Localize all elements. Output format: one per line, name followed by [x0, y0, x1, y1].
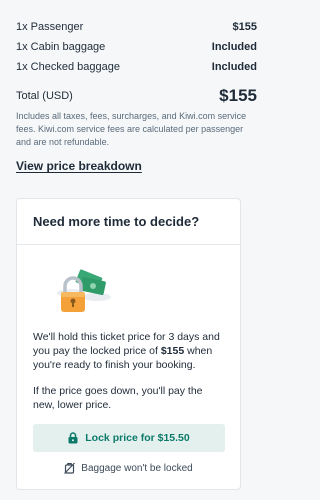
- crossed-bag-icon: [64, 462, 76, 474]
- padlock-with-cash-illustration: [57, 269, 111, 312]
- row-value: Included: [211, 41, 257, 53]
- price-summary: 1x Passenger $155 1x Cabin baggage Inclu…: [0, 0, 273, 175]
- row-label: 1x Passenger: [16, 21, 84, 33]
- row-label: 1x Checked baggage: [16, 61, 120, 73]
- summary-row-passenger: 1x Passenger $155: [16, 20, 257, 34]
- price-drop-note: If the price goes down, you'll pay the n…: [33, 385, 203, 411]
- summary-row-checked-baggage: 1x Checked baggage Included: [16, 60, 257, 74]
- card-body: We'll hold this ticket price for 3 days …: [17, 245, 240, 474]
- padlock-icon: [68, 432, 78, 444]
- row-label: 1x Cabin baggage: [16, 41, 106, 53]
- lock-price-button-label: Lock price for $15.50: [85, 432, 190, 444]
- fees-fine-print: Includes all taxes, fees, surcharges, an…: [16, 111, 247, 147]
- row-value: Included: [211, 61, 257, 73]
- total-price: $155: [219, 86, 257, 105]
- baggage-note-text: Baggage won't be locked: [81, 462, 193, 474]
- price-lock-card: Need more time to decide? We'll hold thi…: [16, 198, 241, 490]
- total-row: Total (USD) $155: [16, 86, 257, 106]
- row-value: $155: [232, 21, 257, 33]
- summary-row-cabin-baggage: 1x Cabin baggage Included: [16, 40, 257, 54]
- total-label: Total (USD): [16, 90, 73, 102]
- card-title: Need more time to decide?: [17, 199, 240, 245]
- lock-price-button[interactable]: Lock price for $15.50: [33, 424, 225, 452]
- baggage-not-locked-note: Baggage won't be locked: [33, 462, 224, 474]
- price-hold-description: We'll hold this ticket price for 3 days …: [33, 330, 224, 372]
- view-price-breakdown-link[interactable]: View price breakdown: [16, 159, 142, 173]
- locked-price: $155: [160, 345, 185, 357]
